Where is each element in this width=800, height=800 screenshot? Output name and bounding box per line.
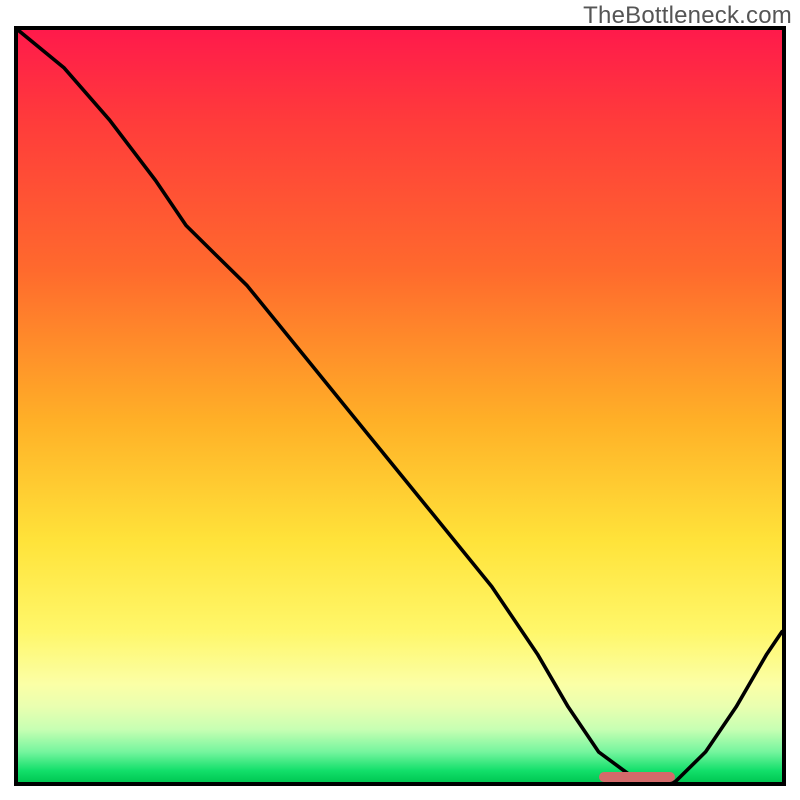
optimal-range-marker: [599, 772, 675, 782]
bottleneck-curve: [18, 30, 782, 782]
chart-container: TheBottleneck.com: [0, 0, 800, 800]
plot-area: [14, 26, 786, 786]
